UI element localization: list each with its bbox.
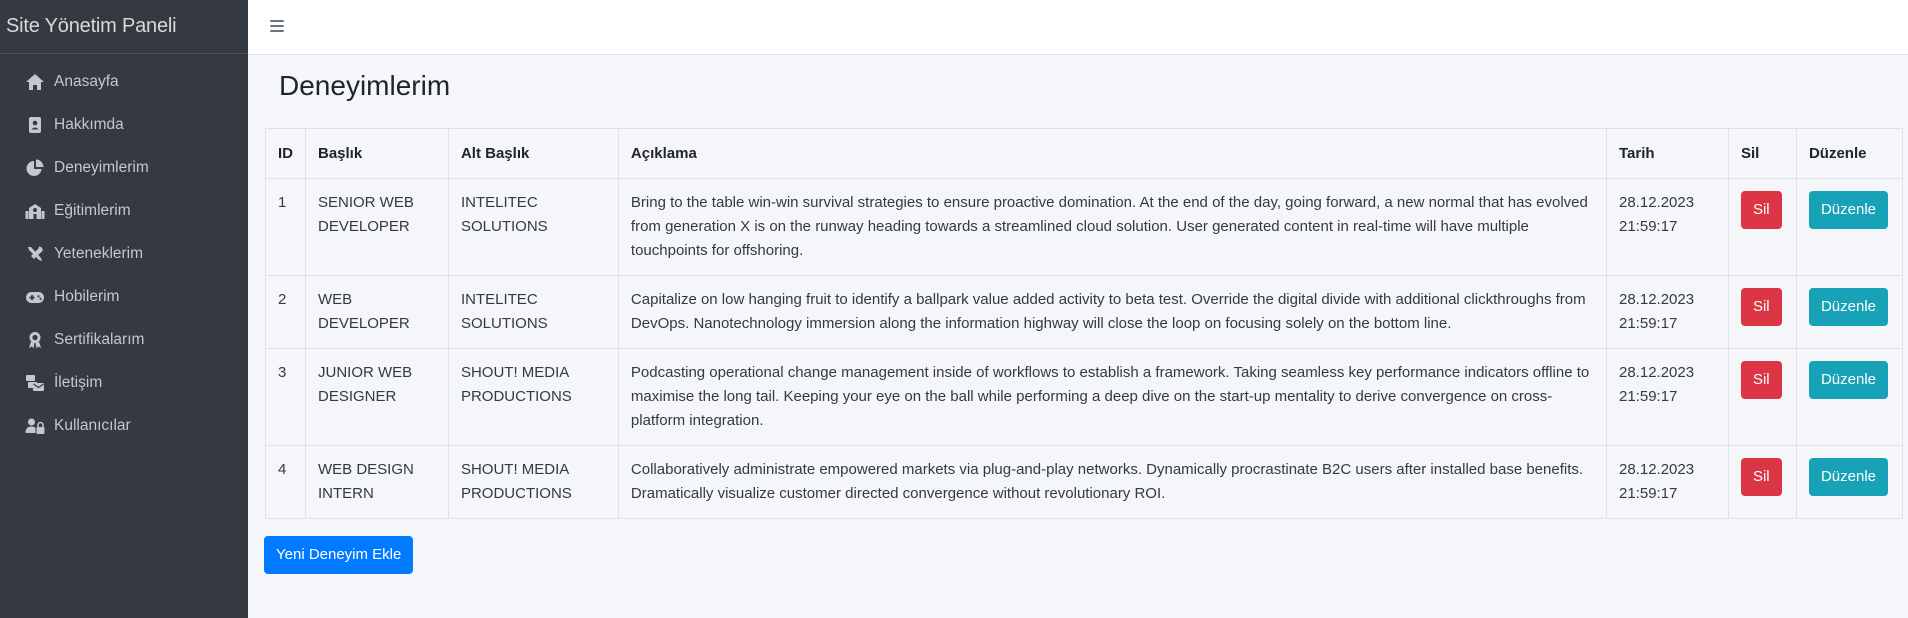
pie-chart-icon: [24, 158, 46, 178]
delete-button[interactable]: Sil: [1740, 458, 1782, 496]
sidebar-item-label: Kullanıcılar: [54, 416, 131, 434]
tools-icon: [24, 244, 46, 264]
cell-edit: Düzenle: [1795, 275, 1904, 349]
experiences-table: ID Başlık Alt Başlık Açıklama Tarih Sil …: [265, 128, 1904, 519]
admin-app: Site Yönetim Paneli Anasayfa Hakkımda De…: [0, 0, 1908, 618]
users-lock-icon: [24, 416, 46, 436]
delete-button[interactable]: Sil: [1740, 288, 1782, 326]
sidebar-item-label: Yeteneklerim: [54, 244, 144, 262]
top-navbar: [248, 0, 1908, 55]
cell-title: SENIOR WEB DEVELOPER: [305, 178, 449, 276]
sidebar-item-label: Eğitimlerim: [54, 201, 131, 219]
sidebar-item-hobilerim[interactable]: Hobilerim: [0, 275, 248, 318]
date-text: 28.12.2023: [1619, 364, 1695, 381]
sidebar-item-kullanicilar[interactable]: Kullanıcılar: [0, 404, 248, 447]
cell-subtitle: INTELITEC SOLUTIONS: [447, 275, 619, 349]
date-text: 28.12.2023: [1619, 291, 1695, 308]
date-text: 28.12.2023: [1619, 461, 1695, 478]
cell-description: Bring to the table win-win survival stra…: [617, 178, 1608, 276]
sidebar-nav: Anasayfa Hakkımda Deneyimlerim Eğitimler…: [0, 54, 248, 447]
delete-button[interactable]: Sil: [1740, 191, 1782, 229]
home-icon: [24, 72, 46, 92]
cell-subtitle: SHOUT! MEDIA PRODUCTIONS: [447, 348, 619, 446]
table-row: 4 WEB DESIGN INTERN SHOUT! MEDIA PRODUCT…: [265, 445, 1904, 519]
cell-delete: Sil: [1727, 178, 1797, 276]
cell-id: 2: [265, 275, 306, 349]
table-header-row: ID Başlık Alt Başlık Açıklama Tarih Sil …: [265, 128, 1904, 179]
school-icon: [24, 201, 46, 221]
column-header-description: Açıklama: [617, 128, 1608, 179]
column-header-delete: Sil: [1727, 128, 1797, 179]
award-icon: [24, 330, 46, 350]
column-header-subtitle: Alt Başlık: [447, 128, 619, 179]
time-text: 21:59:17: [1619, 315, 1678, 332]
edit-button[interactable]: Düzenle: [1808, 288, 1888, 326]
cell-id: 3: [265, 348, 306, 446]
cell-edit: Düzenle: [1795, 178, 1904, 276]
date-text: 28.12.2023: [1619, 194, 1695, 211]
sidebar-item-label: Anasayfa: [54, 72, 119, 90]
time-text: 21:59:17: [1619, 485, 1678, 502]
sidebar-item-deneyimlerim[interactable]: Deneyimlerim: [0, 146, 248, 189]
sidebar-item-label: Hobilerim: [54, 287, 120, 305]
delete-button[interactable]: Sil: [1740, 361, 1782, 399]
cell-delete: Sil: [1727, 275, 1797, 349]
mail-bulk-icon: [24, 373, 46, 393]
sidebar-item-label: İletişim: [54, 373, 103, 391]
column-header-id: ID: [265, 128, 306, 179]
sidebar-item-label: Sertifikalarım: [54, 330, 145, 348]
address-book-icon: [24, 115, 46, 135]
cell-date: 28.12.2023 21:59:17: [1606, 445, 1729, 519]
cell-title: WEB DESIGN INTERN: [305, 445, 449, 519]
cell-date: 28.12.2023 21:59:17: [1606, 178, 1729, 276]
table-row: 3 JUNIOR WEB DESIGNER SHOUT! MEDIA PRODU…: [265, 348, 1904, 446]
cell-description: Capitalize on low hanging fruit to ident…: [617, 275, 1608, 349]
page-title: Deneyimlerim: [279, 70, 451, 101]
cell-description: Collaboratively administrate empowered m…: [617, 445, 1608, 519]
main-content: Deneyimlerim ID Başlık Alt Başlık Açıkla…: [248, 55, 1908, 618]
cell-delete: Sil: [1727, 445, 1797, 519]
sidebar-item-sertifikalarim[interactable]: Sertifikalarım: [0, 318, 248, 361]
table-row: 1 SENIOR WEB DEVELOPER INTELITEC SOLUTIO…: [265, 178, 1904, 276]
sidebar-item-yeteneklerim[interactable]: Yeteneklerim: [0, 232, 248, 275]
cell-title: JUNIOR WEB DESIGNER: [305, 348, 449, 446]
cell-date: 28.12.2023 21:59:17: [1606, 348, 1729, 446]
edit-button[interactable]: Düzenle: [1808, 191, 1888, 229]
sidebar-item-anasayfa[interactable]: Anasayfa: [0, 60, 248, 103]
edit-button[interactable]: Düzenle: [1808, 361, 1888, 399]
cell-edit: Düzenle: [1795, 445, 1904, 519]
column-header-edit: Düzenle: [1795, 128, 1904, 179]
cell-description: Podcasting operational change management…: [617, 348, 1608, 446]
cell-edit: Düzenle: [1795, 348, 1904, 446]
hamburger-menu-icon[interactable]: [270, 17, 288, 35]
cell-subtitle: SHOUT! MEDIA PRODUCTIONS: [447, 445, 619, 519]
cell-subtitle: INTELITEC SOLUTIONS: [447, 178, 619, 276]
column-header-title: Başlık: [305, 128, 449, 179]
sidebar-item-hakkimda[interactable]: Hakkımda: [0, 103, 248, 146]
cell-id: 4: [265, 445, 306, 519]
cell-id: 1: [265, 178, 306, 276]
brand-title[interactable]: Site Yönetim Paneli: [0, 0, 248, 54]
column-header-date: Tarih: [1606, 128, 1729, 179]
sidebar-item-egitimlerim[interactable]: Eğitimlerim: [0, 189, 248, 232]
table-row: 2 WEB DEVELOPER INTELITEC SOLUTIONS Capi…: [265, 275, 1904, 349]
time-text: 21:59:17: [1619, 388, 1678, 405]
time-text: 21:59:17: [1619, 218, 1678, 235]
edit-button[interactable]: Düzenle: [1808, 458, 1888, 496]
sidebar-item-label: Deneyimlerim: [54, 158, 149, 176]
cell-delete: Sil: [1727, 348, 1797, 446]
sidebar-item-iletisim[interactable]: İletişim: [0, 361, 248, 404]
sidebar: Site Yönetim Paneli Anasayfa Hakkımda De…: [0, 0, 248, 618]
cell-title: WEB DEVELOPER: [305, 275, 449, 349]
add-experience-button[interactable]: Yeni Deneyim Ekle: [264, 536, 414, 574]
sidebar-item-label: Hakkımda: [54, 115, 124, 133]
gamepad-icon: [24, 287, 46, 307]
cell-date: 28.12.2023 21:59:17: [1606, 275, 1729, 349]
